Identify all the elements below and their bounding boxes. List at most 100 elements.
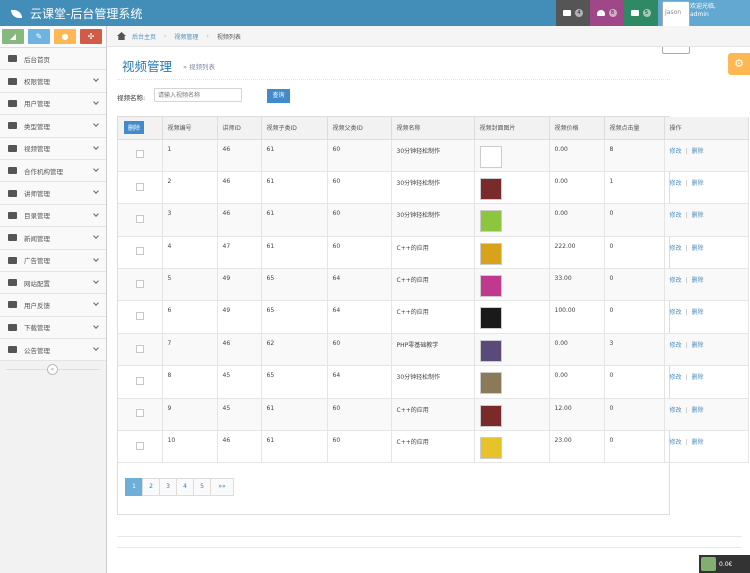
chevron-down-icon bbox=[93, 300, 99, 307]
next-page-button[interactable]: »» bbox=[210, 478, 234, 496]
cell-parent: 64 bbox=[327, 268, 392, 302]
page-title: 视频管理 bbox=[122, 59, 173, 74]
pagination: 1 2 3 4 5»» bbox=[125, 478, 234, 496]
edit-link[interactable]: 修改 bbox=[670, 245, 682, 252]
cogs-icon bbox=[8, 279, 17, 287]
sidebar-item[interactable]: 网站配置 bbox=[0, 271, 106, 295]
top-navbar: 云课堂-后台管理系统 4 8 5 Jason 欢迎光临, admin bbox=[0, 0, 750, 54]
page-button[interactable]: 4 bbox=[176, 478, 194, 496]
footer-divider bbox=[117, 547, 742, 548]
edit-link[interactable]: 修改 bbox=[670, 277, 682, 284]
brand[interactable]: 云课堂-后台管理系统 bbox=[11, 5, 142, 22]
messages-button[interactable]: 5 bbox=[623, 0, 658, 26]
action-separator: | bbox=[685, 341, 688, 349]
credit-card-icon bbox=[8, 346, 17, 354]
cell-clicks: 0 bbox=[604, 268, 665, 302]
edit-link[interactable]: 修改 bbox=[670, 342, 682, 349]
row-checkbox[interactable] bbox=[135, 279, 144, 288]
row-checkbox[interactable] bbox=[135, 182, 144, 191]
row-checkbox[interactable] bbox=[135, 150, 144, 159]
cell-thumb bbox=[474, 333, 550, 367]
edit-link[interactable]: 修改 bbox=[670, 148, 682, 155]
shortcut-users-button[interactable]: ● bbox=[54, 29, 76, 44]
delete-link[interactable]: 删除 bbox=[692, 342, 704, 349]
edit-link[interactable]: 修改 bbox=[670, 407, 682, 414]
cell-actions: 修改 | 删除 bbox=[664, 203, 749, 237]
delete-link[interactable]: 删除 bbox=[692, 439, 704, 446]
delete-link[interactable]: 删除 bbox=[692, 245, 704, 252]
sidebar-item[interactable]: 类型管理 bbox=[0, 115, 106, 138]
row-checkbox-cell bbox=[118, 268, 163, 302]
page-subtitle: » 视频列表 bbox=[183, 63, 216, 71]
user-menu[interactable]: Jason 欢迎光临, admin bbox=[658, 0, 750, 54]
edit-link[interactable]: 修改 bbox=[670, 374, 682, 381]
sidebar: ◢ ✎ ● ✣ 后台首页 权限管理 用户管理 类型管理 视频管理 合作机构管理 讲师管理 目录… bbox=[0, 26, 107, 573]
sidebar-item[interactable]: 公告管理 bbox=[0, 339, 106, 362]
breadcrumb-section-link[interactable]: 视频管理 bbox=[174, 32, 198, 41]
action-separator: | bbox=[685, 374, 688, 382]
notifications-button[interactable]: 8 bbox=[590, 0, 623, 26]
cell-sub: 65 bbox=[261, 365, 328, 399]
cell-name: C++的应用 bbox=[391, 398, 475, 432]
settings-gear-icon[interactable]: ⚙ bbox=[728, 53, 750, 75]
avatar-alt-text: Jason bbox=[665, 9, 682, 16]
page-button[interactable]: 1 bbox=[125, 478, 143, 496]
row-checkbox[interactable] bbox=[135, 344, 144, 353]
row-checkbox[interactable] bbox=[135, 409, 144, 418]
edit-link[interactable]: 修改 bbox=[670, 439, 682, 446]
sidebar-item[interactable]: 用户反馈 bbox=[0, 294, 106, 317]
cell-price: 12.00 bbox=[549, 398, 605, 432]
table-row: 2 46 61 60 30分钟轻松制作 0.00 1 修改 | 删除 bbox=[118, 171, 749, 205]
delete-link[interactable]: 删除 bbox=[692, 407, 704, 414]
delete-link[interactable]: 删除 bbox=[692, 180, 704, 187]
sidebar-item[interactable]: 讲师管理 bbox=[0, 182, 106, 205]
row-checkbox[interactable] bbox=[135, 214, 144, 223]
edit-link[interactable]: 修改 bbox=[670, 309, 682, 316]
cell-thumb bbox=[474, 430, 550, 464]
shortcut-cogs-button[interactable]: ✣ bbox=[80, 29, 102, 44]
cell-thumb bbox=[474, 365, 550, 399]
messages-badge: 5 bbox=[642, 9, 651, 17]
edit-link[interactable]: 修改 bbox=[670, 212, 682, 219]
cover-thumbnail bbox=[479, 242, 502, 265]
row-checkbox[interactable] bbox=[135, 441, 144, 450]
action-separator: | bbox=[685, 439, 688, 447]
page-button[interactable]: 5 bbox=[193, 478, 211, 496]
delete-link[interactable]: 删除 bbox=[692, 212, 704, 219]
delete-link[interactable]: 删除 bbox=[692, 277, 704, 284]
delete-selected-button[interactable]: 删除 bbox=[124, 121, 145, 135]
sidebar-item[interactable]: 用户管理 bbox=[0, 92, 106, 116]
edit-link[interactable]: 修改 bbox=[670, 180, 682, 187]
sidebar-item[interactable]: 下载管理 bbox=[0, 316, 106, 340]
search-button[interactable]: 查询 bbox=[267, 89, 290, 103]
tasks-button[interactable]: 4 bbox=[556, 0, 590, 26]
sidebar-item[interactable]: 权限管理 bbox=[0, 70, 106, 93]
row-checkbox[interactable] bbox=[135, 312, 144, 321]
delete-link[interactable]: 删除 bbox=[692, 148, 704, 155]
delete-link[interactable]: 删除 bbox=[692, 374, 704, 381]
cell-teacher: 49 bbox=[217, 268, 262, 302]
breadcrumb-home-link[interactable]: 后台主页 bbox=[132, 32, 156, 41]
cell-parent: 60 bbox=[327, 139, 392, 172]
sidebar-item[interactable]: 新闻管理 bbox=[0, 227, 106, 250]
sidebar-item[interactable]: 后台首页 bbox=[0, 48, 106, 71]
page-button[interactable]: 2 bbox=[142, 478, 160, 496]
action-separator: | bbox=[685, 244, 688, 252]
cell-actions: 修改 | 删除 bbox=[664, 268, 749, 302]
cover-thumbnail bbox=[479, 404, 502, 427]
chevron-down-icon bbox=[93, 322, 99, 329]
row-checkbox[interactable] bbox=[135, 247, 144, 256]
shortcut-chart-button[interactable]: ◢ bbox=[2, 29, 24, 44]
search-input[interactable] bbox=[154, 88, 242, 102]
page-button[interactable]: 3 bbox=[159, 478, 177, 496]
sidebar-item[interactable]: 广告管理 bbox=[0, 249, 106, 272]
collapse-toggle-icon[interactable]: « bbox=[47, 364, 58, 376]
row-checkbox[interactable] bbox=[135, 376, 144, 385]
shortcut-pencil-button[interactable]: ✎ bbox=[28, 29, 50, 44]
cell-parent: 60 bbox=[327, 333, 392, 367]
sidebar-item[interactable]: 视频管理 bbox=[0, 137, 106, 160]
delete-link[interactable]: 删除 bbox=[692, 309, 704, 316]
sidebar-item[interactable]: 目录管理 bbox=[0, 204, 106, 228]
bottom-widget[interactable]: 0.0€ bbox=[699, 555, 750, 573]
sidebar-item[interactable]: 合作机构管理 bbox=[0, 159, 106, 183]
